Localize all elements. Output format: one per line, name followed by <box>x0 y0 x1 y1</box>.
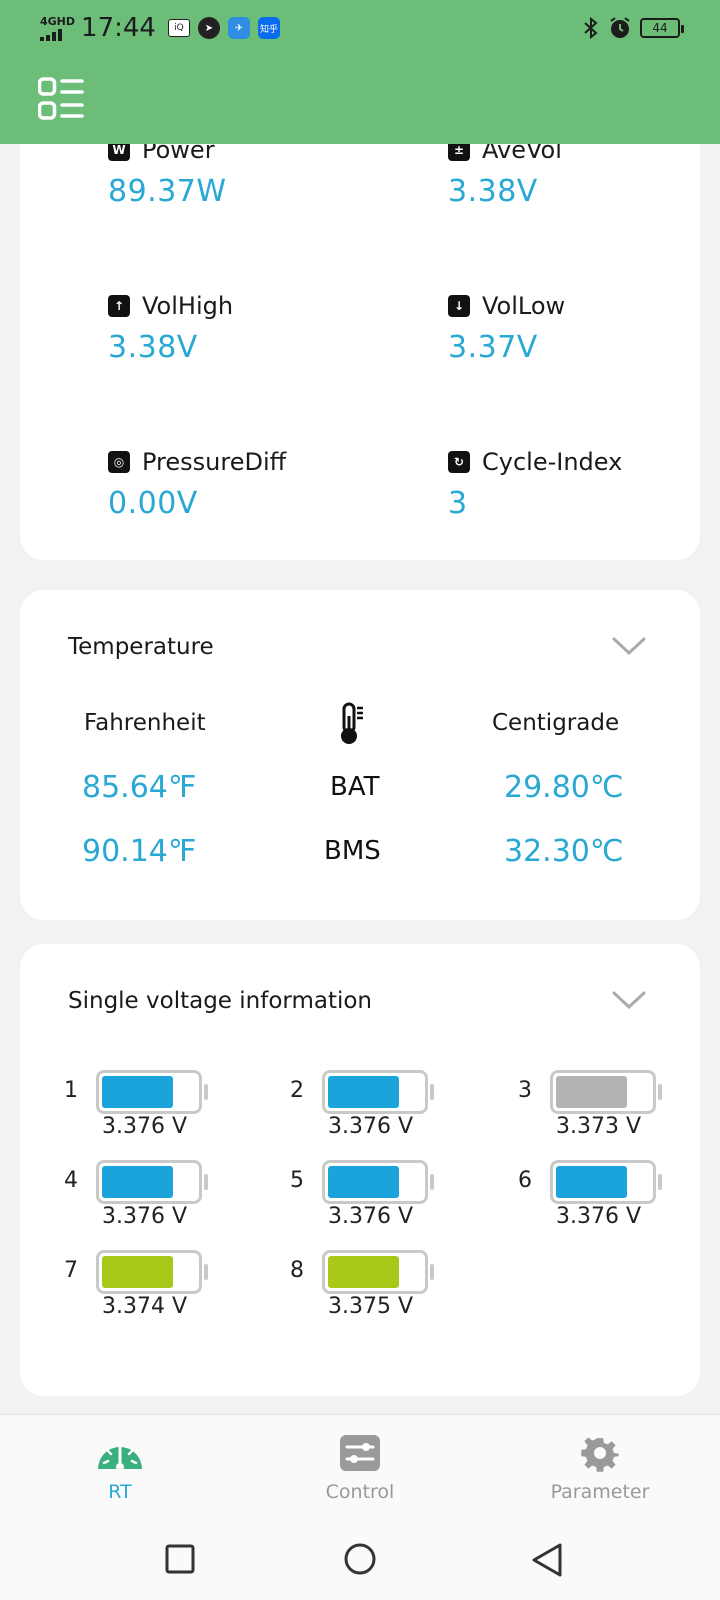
metric-label: Cycle-Index <box>482 448 623 476</box>
chevron-down-icon[interactable] <box>612 636 646 656</box>
cell-battery-icon <box>96 1160 208 1204</box>
cell-voltage: 3.373 V <box>556 1114 642 1139</box>
sliders-icon <box>340 1435 380 1471</box>
cell-3: 3 3.373 V <box>518 1070 720 1150</box>
cell-battery-icon <box>550 1160 662 1204</box>
tab-label: RT <box>108 1481 132 1503</box>
metric-label: VolLow <box>482 292 566 320</box>
bat-fahrenheit: 85.64℉ <box>82 770 197 805</box>
status-bar: 4GHD 17:44 iQ ➤ ✈ 知乎 44 <box>0 0 720 56</box>
metric-avevol: ± AveVol 3.38V <box>448 136 562 209</box>
back-button[interactable] <box>530 1543 564 1579</box>
cell-7: 7 3.374 V <box>64 1250 284 1330</box>
metric-label: VolHigh <box>142 292 234 320</box>
battery-level: 44 <box>652 21 668 35</box>
cell-index: 1 <box>64 1078 78 1103</box>
bat-celsius: 29.80℃ <box>504 770 624 805</box>
cell-index: 8 <box>290 1258 304 1283</box>
tab-rt[interactable]: RT <box>40 1433 200 1503</box>
cell-index: 4 <box>64 1168 78 1193</box>
metric-value: 3.38V <box>448 174 538 209</box>
metric-power: W Power 89.37W <box>108 136 227 209</box>
tab-label: Control <box>325 1481 395 1503</box>
cell-index: 3 <box>518 1078 532 1103</box>
bat-label: BAT <box>330 772 380 802</box>
cell-index: 5 <box>290 1168 304 1193</box>
recents-button[interactable] <box>164 1543 196 1575</box>
bluetooth-icon <box>584 16 598 40</box>
app-header: 4GHD 17:44 iQ ➤ ✈ 知乎 44 <box>0 0 720 144</box>
cell-voltage: 3.375 V <box>328 1294 414 1319</box>
cell-voltage: 3.376 V <box>328 1114 414 1139</box>
tab-parameter[interactable]: Parameter <box>520 1433 680 1503</box>
network-indicator: 4GHD <box>40 16 75 41</box>
bms-label: BMS <box>324 836 381 866</box>
cell-voltage: 3.376 V <box>556 1204 642 1229</box>
menu-icon[interactable] <box>38 76 84 122</box>
cycle-index-icon: ↻ <box>448 451 470 473</box>
gear-icon <box>581 1437 619 1472</box>
temperature-title: Temperature <box>68 634 214 660</box>
battery-icon: 44 <box>640 18 684 38</box>
overview-card: W Power 89.37W ± AveVol 3.38V ↑ VolHigh 3.3… <box>20 110 700 560</box>
cell-index: 6 <box>518 1168 532 1193</box>
cell-battery-icon <box>96 1250 208 1294</box>
cell-1: 1 3.376 V <box>64 1070 284 1150</box>
cell-battery-icon <box>96 1070 208 1114</box>
clock: 17:44 <box>81 13 156 43</box>
tab-control[interactable]: Control <box>280 1433 440 1503</box>
temperature-card: Temperature Fahrenheit Centigrade 85.64℉… <box>20 590 700 920</box>
metric-value: 3.37V <box>448 330 538 365</box>
cell-6: 6 3.376 V <box>518 1160 720 1240</box>
cell-2: 2 3.376 V <box>290 1070 510 1150</box>
vollow-icon: ↓ <box>448 295 470 317</box>
metric-vollow: ↓ VolLow 3.37V <box>448 292 565 365</box>
metric-cycle-index: ↻ Cycle-Index 3 <box>448 448 622 521</box>
tab-label: Parameter <box>550 1481 650 1503</box>
chevron-down-icon[interactable] <box>612 990 646 1010</box>
volhigh-icon: ↑ <box>108 295 130 317</box>
single-voltage-title: Single voltage information <box>68 988 373 1014</box>
network-label: 4GHD <box>40 14 76 28</box>
metric-value: 0.00V <box>108 486 198 521</box>
metric-pressure-diff: ◎ PressureDiff 0.00V <box>108 448 286 521</box>
pressure-diff-icon: ◎ <box>108 451 130 473</box>
zhihu-icon: 知乎 <box>257 17 280 39</box>
cell-voltage: 3.376 V <box>102 1204 188 1229</box>
metric-value: 3.38V <box>108 330 198 365</box>
bottom-nav: RT Control Parameter <box>0 1414 720 1600</box>
cell-voltage: 3.376 V <box>328 1204 414 1229</box>
cell-battery-icon <box>322 1250 434 1294</box>
metric-value: 89.37W <box>108 174 227 209</box>
home-button[interactable] <box>342 1543 378 1579</box>
cell-5: 5 3.376 V <box>290 1160 510 1240</box>
fahrenheit-label: Fahrenheit <box>84 710 206 736</box>
cell-index: 2 <box>290 1078 304 1103</box>
cell-index: 7 <box>64 1258 78 1283</box>
compass-icon: ➤ <box>197 17 220 39</box>
centigrade-label: Centigrade <box>492 710 620 736</box>
gauge-icon <box>98 1443 142 1471</box>
metric-value: 3 <box>448 486 468 521</box>
cell-voltage: 3.376 V <box>102 1114 188 1139</box>
cell-voltage: 3.374 V <box>102 1294 188 1319</box>
metric-volhigh: ↑ VolHigh 3.38V <box>108 292 233 365</box>
cell-battery-icon <box>322 1160 434 1204</box>
alarm-icon <box>610 17 630 38</box>
cell-4: 4 3.376 V <box>64 1160 284 1240</box>
cell-8: 8 3.375 V <box>290 1250 510 1330</box>
signal-icon <box>40 28 75 41</box>
bird-icon: ✈ <box>227 17 250 39</box>
bms-fahrenheit: 90.14℉ <box>82 834 197 869</box>
metric-label: PressureDiff <box>142 448 287 476</box>
cell-battery-icon <box>550 1070 662 1114</box>
iqiyi-icon: iQ <box>167 19 190 37</box>
bms-celsius: 32.30℃ <box>504 834 624 869</box>
single-voltage-card: Single voltage information 1 3.376 V 2 3… <box>20 944 700 1396</box>
thermometer-icon <box>341 702 363 744</box>
cell-battery-icon <box>322 1070 434 1114</box>
